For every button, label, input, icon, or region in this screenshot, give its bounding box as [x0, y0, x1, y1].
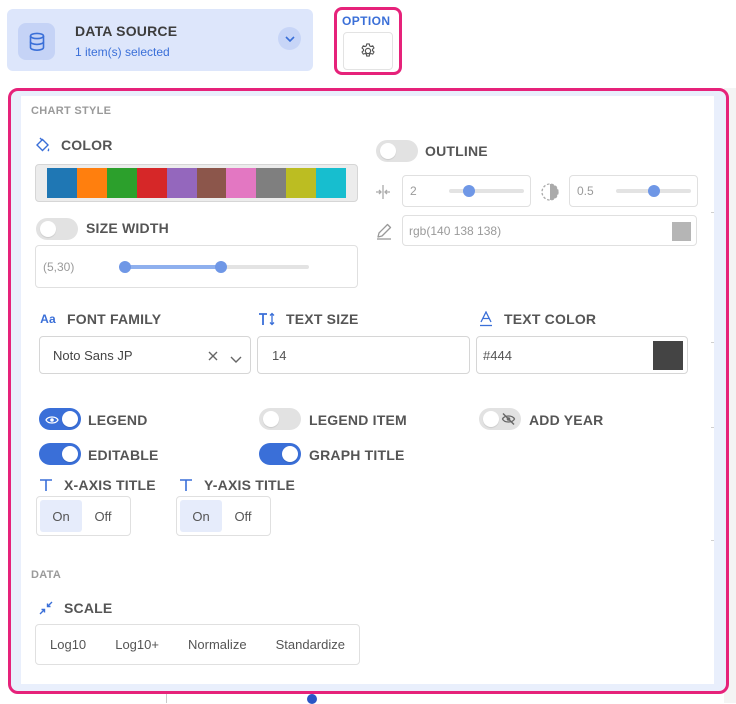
size-width-max-handle[interactable]	[214, 261, 227, 273]
data-section-label: DATA	[31, 569, 62, 581]
font-family-value: Noto Sans JP	[53, 348, 133, 363]
text-color-field[interactable]: #444	[476, 336, 688, 374]
chevron-down-icon[interactable]	[278, 27, 301, 50]
x-axis-title-label: X-AXIS TITLE	[38, 477, 156, 493]
y-axis-title-on-option[interactable]: On	[180, 500, 222, 532]
editable-label: EDITABLE	[88, 447, 159, 463]
data-source-selection-count: 1 item(s) selected	[75, 45, 170, 59]
chart-style-section-label: CHART STYLE	[31, 105, 112, 117]
outline-label: OUTLINE	[425, 143, 488, 159]
text-icon	[178, 478, 194, 492]
scale-label: SCALE	[38, 600, 112, 616]
outline-toggle[interactable]	[376, 140, 418, 162]
color-label: COLOR	[35, 137, 113, 153]
size-width-toggle[interactable]	[36, 218, 78, 240]
color-swatch-4[interactable]	[136, 168, 167, 198]
database-icon	[18, 23, 55, 60]
clear-icon[interactable]	[207, 349, 219, 367]
pencil-icon	[375, 222, 393, 245]
chart-style-panel: CHART STYLE COLOR OUTLINE 2 0.5 rgb(140 …	[21, 96, 714, 684]
x-axis-title-segmented[interactable]: On Off	[36, 496, 131, 536]
color-swatch-8[interactable]	[256, 168, 287, 198]
outline-width-track	[449, 189, 524, 193]
y-axis-title-segmented[interactable]: On Off	[176, 496, 271, 536]
color-swatch-10[interactable]	[316, 168, 347, 198]
size-width-label: SIZE WIDTH	[86, 220, 169, 236]
text-color-swatch[interactable]	[653, 341, 683, 370]
outline-opacity-control[interactable]: 0.5	[569, 175, 698, 207]
outline-color-swatch[interactable]	[672, 222, 691, 241]
editable-toggle[interactable]	[39, 443, 81, 465]
outline-width-slider-handle[interactable]	[463, 185, 476, 197]
size-width-range-control[interactable]: (5,30)	[35, 245, 358, 288]
gear-icon	[361, 43, 375, 57]
outline-color-value: rgb(140 138 138)	[409, 224, 502, 238]
add-year-label: ADD YEAR	[529, 412, 604, 428]
outline-width-control[interactable]: 2	[402, 175, 531, 207]
chevron-down-icon[interactable]	[230, 351, 242, 369]
text-size-input[interactable]: 14	[257, 336, 470, 374]
legend-toggle[interactable]	[39, 408, 81, 430]
text-size-value: 14	[272, 348, 287, 363]
graph-title-label: GRAPH TITLE	[309, 447, 405, 463]
outline-opacity-value: 0.5	[577, 184, 594, 198]
scale-standardize-option[interactable]: Standardize	[276, 637, 345, 652]
paint-bucket-icon	[35, 137, 51, 153]
graph-title-toggle[interactable]	[259, 443, 301, 465]
x-axis-title-on-option[interactable]: On	[40, 500, 82, 532]
eye-off-icon	[501, 412, 516, 431]
collapse-arrows-icon	[38, 601, 54, 615]
add-year-toggle[interactable]	[479, 408, 521, 430]
scale-log10-option[interactable]: Log10	[50, 637, 86, 652]
size-width-range-value: (5,30)	[43, 260, 75, 274]
font-family-select[interactable]: Noto Sans JP	[39, 336, 251, 374]
outline-width-value: 2	[410, 184, 417, 198]
option-highlight: OPTION	[334, 7, 402, 75]
scale-log10plus-option[interactable]: Log10+	[115, 637, 159, 652]
data-source-title: DATA SOURCE	[75, 23, 178, 39]
text-size-icon	[258, 312, 276, 326]
y-axis-title-label: Y-AXIS TITLE	[178, 477, 295, 493]
x-axis-title-off-option[interactable]: Off	[82, 500, 124, 532]
data-source-card[interactable]: DATA SOURCE 1 item(s) selected	[7, 9, 313, 71]
color-swatch-2[interactable]	[76, 168, 107, 198]
scale-normalize-option[interactable]: Normalize	[188, 637, 247, 652]
color-swatch-9[interactable]	[286, 168, 317, 198]
outline-opacity-slider-handle[interactable]	[647, 185, 660, 197]
eye-icon	[45, 413, 59, 431]
outline-color-field[interactable]: rgb(140 138 138)	[402, 215, 697, 246]
scale-options[interactable]: Log10 Log10+ Normalize Standardize	[35, 624, 360, 665]
text-color-icon	[478, 311, 494, 327]
option-settings-button[interactable]	[343, 32, 393, 70]
text-icon	[38, 478, 54, 492]
color-swatch-6[interactable]	[196, 168, 227, 198]
color-swatch-5[interactable]	[166, 168, 197, 198]
color-swatch-1[interactable]	[47, 168, 77, 198]
font-icon: Aa	[40, 312, 56, 326]
text-color-value: #444	[483, 348, 512, 363]
legend-item-toggle[interactable]	[259, 408, 301, 430]
legend-label: LEGEND	[88, 412, 148, 428]
color-swatch-7[interactable]	[226, 168, 257, 198]
font-family-label: Aa FONT FAMILY	[40, 311, 162, 327]
option-label: OPTION	[342, 14, 391, 28]
y-axis-title-off-option[interactable]: Off	[222, 500, 264, 532]
size-width-min-handle[interactable]	[119, 261, 131, 273]
opacity-icon	[540, 182, 560, 207]
text-color-label: TEXT COLOR	[478, 311, 596, 327]
legend-item-label: LEGEND ITEM	[309, 412, 407, 428]
text-size-label: TEXT SIZE	[258, 311, 359, 327]
size-width-range-fill	[125, 265, 221, 269]
width-adjust-icon	[375, 184, 391, 205]
color-palette[interactable]	[35, 164, 358, 202]
color-swatch-3[interactable]	[106, 168, 137, 198]
